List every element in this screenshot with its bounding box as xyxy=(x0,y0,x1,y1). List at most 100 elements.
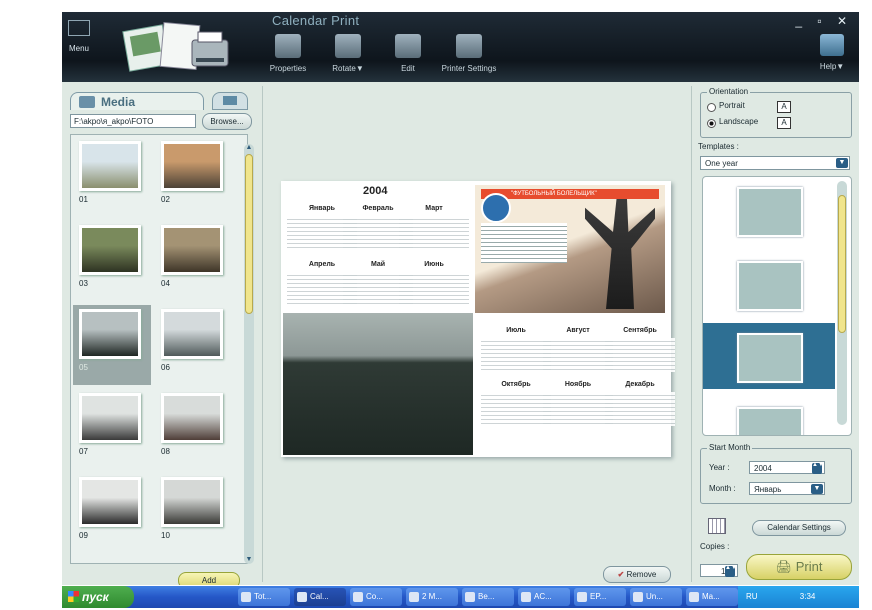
photo-thumbnail[interactable]: 07 xyxy=(73,389,151,469)
scanner-icon xyxy=(223,96,237,105)
year-field[interactable]: 2004 ▲▼ xyxy=(749,461,825,474)
template-preview xyxy=(737,407,803,435)
month-day-grid xyxy=(399,272,469,306)
language-indicator[interactable]: RU xyxy=(746,592,758,601)
calendar-year: 2004 xyxy=(363,185,388,197)
template-select[interactable]: One year ▼ xyxy=(700,156,850,170)
landscape-a-icon: A xyxy=(777,117,791,129)
taskbar-button[interactable]: Tot... xyxy=(238,588,290,606)
printer-settings-icon xyxy=(456,34,482,58)
thumbnail-image xyxy=(79,141,141,191)
orientation-group: Orientation Portrait A Landscape A xyxy=(700,87,852,138)
templates-label: Templates : xyxy=(698,142,739,151)
portrait-radio[interactable] xyxy=(707,103,716,112)
photo-thumbnail[interactable]: 08 xyxy=(155,389,233,469)
media-tab[interactable]: Media xyxy=(70,92,204,110)
photo-thumbnail[interactable]: 02 xyxy=(155,137,233,217)
landscape-label: Landscape xyxy=(719,117,759,126)
menu-button[interactable]: Menu xyxy=(66,20,92,56)
print-button[interactable]: 🖨 Print xyxy=(746,554,852,580)
calendar-month: Ноябрь xyxy=(543,381,613,433)
taskbar-button[interactable]: Un... xyxy=(630,588,682,606)
scroll-thumb[interactable] xyxy=(245,154,253,314)
thumbnail-grid: 01 02 03 04 05 06 07 08 09 10 xyxy=(70,134,248,564)
month-name: Июль xyxy=(506,327,526,334)
taskbar-button[interactable]: Be... xyxy=(462,588,514,606)
template-option[interactable] xyxy=(703,177,835,243)
taskbar-button[interactable]: EP... xyxy=(574,588,626,606)
start-button[interactable]: пуск xyxy=(62,586,134,608)
taskbar-button[interactable]: 2 M... xyxy=(406,588,458,606)
photo-thumbnail[interactable]: 09 xyxy=(73,473,151,553)
month-day-grid xyxy=(543,392,613,426)
media-icon xyxy=(79,96,95,108)
scroll-up-icon[interactable]: ▲ xyxy=(244,144,254,152)
chevron-down-icon[interactable]: ▼ xyxy=(836,158,848,168)
calendar-month: Июль xyxy=(481,327,551,379)
menu-icon xyxy=(68,20,90,36)
template-option-selected[interactable] xyxy=(703,323,835,389)
template-preview xyxy=(737,333,803,383)
print-label: Print xyxy=(795,559,823,574)
copies-field[interactable]: 1 ▲▼ xyxy=(700,564,738,577)
add-button[interactable]: Add xyxy=(178,572,240,585)
month-name: Декабрь xyxy=(625,381,655,388)
taskbar-button[interactable]: Co... xyxy=(350,588,402,606)
club-logo xyxy=(481,193,511,223)
printer-settings-button[interactable]: Printer Settings xyxy=(434,34,504,73)
photo-thumbnail[interactable]: 01 xyxy=(73,137,151,217)
calendar-settings-button[interactable]: Calendar Settings xyxy=(752,520,846,536)
portrait-a-icon: A xyxy=(777,101,791,113)
calendar-page: 2004 "ФУТБОЛЬНЫЙ БОЛЕЛЬЩИК" Январь Феврал… xyxy=(281,181,675,457)
template-option[interactable] xyxy=(703,251,835,317)
template-option[interactable] xyxy=(703,397,835,435)
month-name: Март xyxy=(425,205,443,212)
thumbnail-scrollbar[interactable]: ▲ ▼ xyxy=(244,144,254,564)
thumbnail-number: 06 xyxy=(161,363,170,372)
month-day-grid xyxy=(481,392,551,426)
taskbar-button[interactable]: Cal... xyxy=(294,588,346,606)
scanner-tab[interactable] xyxy=(212,92,248,110)
calendar-settings-icon[interactable] xyxy=(708,518,726,534)
portrait-label: Portrait xyxy=(719,101,745,110)
year-spinner-icon[interactable]: ▲▼ xyxy=(812,462,824,474)
photo-thumbnail[interactable]: 03 xyxy=(73,221,151,301)
menu-label: Menu xyxy=(68,44,89,53)
calendar-preview-area: 2004 "ФУТБОЛЬНЫЙ БОЛЕЛЬЩИК" Январь Феврал… xyxy=(262,86,692,583)
photo-thumbnail[interactable]: 10 xyxy=(155,473,233,553)
clock: 3:34 xyxy=(799,592,816,601)
month-day-grid xyxy=(605,392,675,426)
window-controls[interactable]: _ ▫ ✕ xyxy=(795,14,853,28)
template-value: One year xyxy=(705,159,738,168)
folder-path-field[interactable]: F:\akpo\я_akpo\FOTO xyxy=(70,114,196,128)
browse-button[interactable]: Browse... xyxy=(202,113,252,130)
taskbar-button[interactable]: AC... xyxy=(518,588,570,606)
scroll-thumb[interactable] xyxy=(838,195,846,333)
copies-spinner-icon[interactable]: ▲▼ xyxy=(725,565,737,577)
year-label: Year : xyxy=(709,463,730,472)
photo-thumbnail[interactable]: 05 xyxy=(73,305,151,385)
printer-icon: 🖨 xyxy=(775,559,793,574)
orientation-label: Orientation xyxy=(707,87,751,96)
copies-value: 1 xyxy=(721,567,726,576)
template-preview xyxy=(737,261,803,311)
landscape-radio[interactable] xyxy=(707,119,716,128)
scroll-down-icon[interactable]: ▼ xyxy=(244,556,254,564)
windows-logo-icon xyxy=(68,591,79,602)
top-toolbar: Menu Calendar Print Properties Rotate▼ E… xyxy=(62,12,859,82)
month-day-grid xyxy=(543,338,613,372)
template-scrollbar[interactable] xyxy=(837,181,847,425)
thumbnail-image xyxy=(79,309,141,359)
thumbnail-number: 01 xyxy=(79,195,88,204)
edit-button[interactable]: Edit xyxy=(373,34,443,73)
month-name: Ноябрь xyxy=(564,381,592,388)
photo-thumbnail[interactable]: 06 xyxy=(155,305,233,385)
remove-button[interactable]: ✔ Remove xyxy=(603,566,671,583)
month-day-grid xyxy=(481,338,551,372)
photo-thumbnail[interactable]: 04 xyxy=(155,221,233,301)
chevron-down-icon[interactable]: ▼ xyxy=(811,484,823,494)
month-select[interactable]: Январь ▼ xyxy=(749,482,825,495)
help-button[interactable]: Help▼ xyxy=(815,34,849,71)
taskbar-button[interactable]: Ma... xyxy=(686,588,738,606)
template-preview xyxy=(737,187,803,237)
